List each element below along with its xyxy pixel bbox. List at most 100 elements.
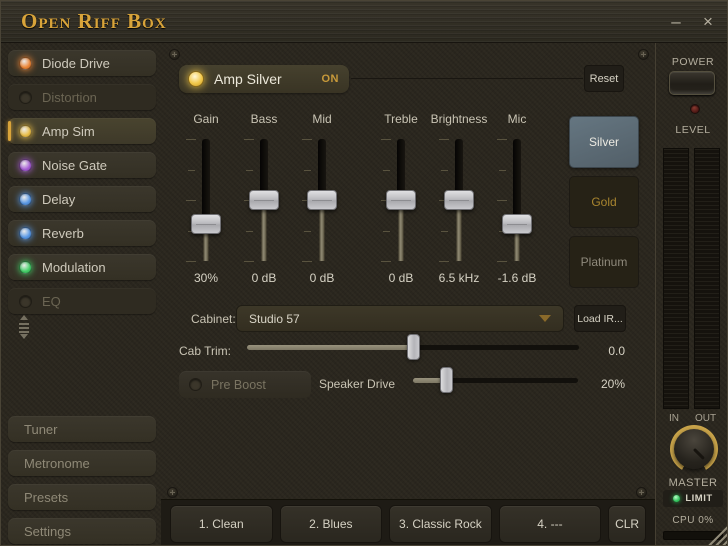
slider-track-area[interactable] [499, 139, 535, 261]
sidebar-item-tuner[interactable]: Tuner [8, 416, 156, 442]
slider-tick [304, 231, 311, 232]
sidebar-item-modulation[interactable]: Modulation [8, 254, 156, 280]
slider-track-upper [202, 139, 210, 224]
slider-mid: Mid 0 dB [293, 112, 351, 285]
load-ir-button[interactable]: Load IR... [574, 305, 626, 332]
sidebar-item-reverb[interactable]: Reverb [8, 220, 156, 246]
slider-bass: Bass0 dB [235, 112, 293, 285]
slider-track-area[interactable] [304, 139, 340, 261]
preset-strip: 1. Clean2. Blues3. Classic Rock4. ---CLR [161, 499, 655, 546]
slider-value: 30% [194, 271, 218, 285]
effect-power-led[interactable] [19, 159, 32, 172]
power-label: POWER [657, 56, 728, 68]
slider-treble: Treble0 dB [372, 112, 430, 285]
effect-power-led[interactable] [19, 193, 32, 206]
slider-label: Mid [312, 112, 331, 129]
cabinet-select[interactable]: Studio 57 [236, 305, 564, 332]
sidebar-item-settings[interactable]: Settings [8, 518, 156, 544]
effect-power-led[interactable] [19, 227, 32, 240]
sidebar-item-label: Presets [24, 490, 68, 505]
slider-track-area[interactable] [246, 139, 282, 261]
pre-boost-toggle[interactable]: Pre Boost [179, 371, 311, 398]
slider-tick [244, 261, 254, 262]
amp-header[interactable]: Amp Silver ON [179, 65, 349, 93]
master-label: MASTER [657, 477, 728, 489]
sidebar-item-distortion[interactable]: Distortion [8, 84, 156, 110]
amp-sliders: Gain30%Bass0 dBMid0 dBTreble0 dBBrightne… [177, 112, 546, 285]
slider-fill [247, 345, 413, 350]
slider-handle[interactable] [440, 367, 453, 393]
cab-trim-value: 0.0 [608, 344, 625, 358]
preset-slot-2-button[interactable]: 2. Blues [280, 505, 383, 543]
minimize-button[interactable]: – [663, 9, 689, 35]
amp-model-platinum[interactable]: Platinum [569, 236, 639, 288]
clear-preset-button[interactable]: CLR [608, 505, 646, 543]
screw-icon [167, 487, 178, 498]
sidebar-item-metronome[interactable]: Metronome [8, 450, 156, 476]
slider-tick [499, 170, 506, 171]
cab-trim-slider[interactable] [247, 340, 579, 354]
effect-power-led[interactable] [19, 57, 32, 70]
slider-track-area[interactable] [441, 139, 477, 261]
slider-tick [302, 261, 312, 262]
effect-power-led[interactable] [19, 261, 32, 274]
slider-handle[interactable] [386, 190, 416, 210]
slider-label: Mic [508, 112, 527, 129]
master-knob[interactable] [670, 425, 718, 473]
sidebar-item-label: Distortion [42, 90, 97, 105]
slider-tick [186, 261, 196, 262]
slider-handle[interactable] [191, 214, 221, 234]
reset-button[interactable]: Reset [584, 65, 624, 92]
slider-tick [381, 261, 391, 262]
amp-power-led[interactable] [188, 71, 204, 87]
pre-boost-led[interactable] [189, 378, 202, 391]
amp-model-silver[interactable]: Silver [569, 116, 639, 168]
sidebar-item-delay[interactable]: Delay [8, 186, 156, 212]
effect-power-led[interactable] [19, 91, 32, 104]
chevron-down-icon [539, 315, 551, 322]
power-led [690, 104, 700, 114]
power-button[interactable] [669, 71, 715, 95]
sidebar-item-label: Modulation [42, 260, 106, 275]
limit-indicator[interactable]: LIMIT [663, 490, 723, 507]
reorder-effects-icon[interactable] [15, 314, 33, 340]
sidebar-item-presets[interactable]: Presets [8, 484, 156, 510]
slider-tick [302, 139, 312, 140]
slider-handle[interactable] [502, 214, 532, 234]
slider-track-area[interactable] [188, 139, 224, 261]
slider-tick [497, 261, 507, 262]
slider-track-area[interactable] [383, 139, 419, 261]
slider-tick [441, 231, 448, 232]
screw-icon [169, 49, 180, 60]
sidebar-item-diode-drive[interactable]: Diode Drive [8, 50, 156, 76]
slider-label: Treble [384, 112, 418, 129]
limit-led-icon [673, 495, 680, 502]
pre-boost-label: Pre Boost [211, 378, 266, 392]
speaker-drive-slider[interactable] [413, 373, 578, 387]
preset-slot-3-button[interactable]: 3. Classic Rock [389, 505, 492, 543]
slider-tick [381, 139, 391, 140]
amp-model-gold[interactable]: Gold [569, 176, 639, 228]
cabinet-label: Cabinet: [191, 312, 236, 326]
slider-handle[interactable] [444, 190, 474, 210]
out-label: OUT [695, 413, 716, 424]
slider-tick [439, 139, 449, 140]
sidebar-item-eq[interactable]: EQ [8, 288, 156, 314]
slider-label: Brightness [431, 112, 488, 129]
slider-tick [188, 170, 195, 171]
slider-handle[interactable] [307, 190, 337, 210]
slider-tick [304, 170, 311, 171]
preset-slot-1-button[interactable]: 1. Clean [170, 505, 273, 543]
speaker-drive-value: 20% [601, 377, 625, 391]
close-button[interactable]: × [695, 9, 721, 35]
amp-on-label[interactable]: ON [322, 73, 340, 85]
slider-handle[interactable] [249, 190, 279, 210]
sidebar-item-noise-gate[interactable]: Noise Gate [8, 152, 156, 178]
slider-value: 0 dB [310, 271, 335, 285]
sidebar-item-amp-sim[interactable]: Amp Sim [8, 118, 156, 144]
slider-handle[interactable] [407, 334, 420, 360]
effect-power-led[interactable] [19, 125, 32, 138]
preset-slot-4-button[interactable]: 4. --- [499, 505, 602, 543]
effect-power-led[interactable] [19, 295, 32, 308]
app-window: Open Riff Box – × Diode DriveDistortionA… [0, 0, 728, 546]
